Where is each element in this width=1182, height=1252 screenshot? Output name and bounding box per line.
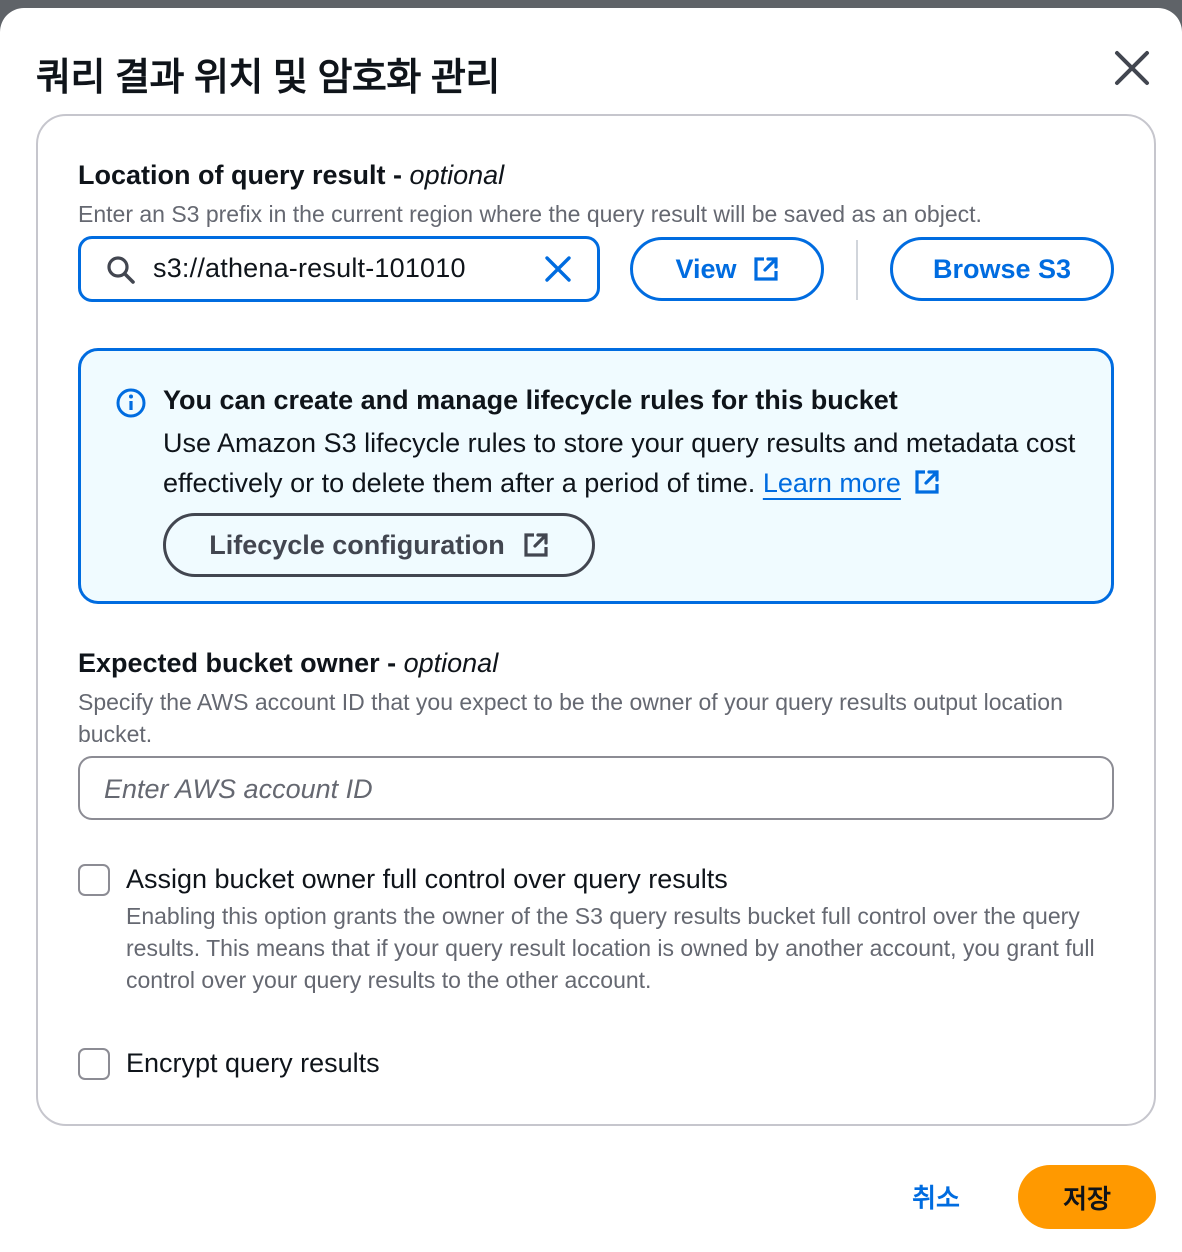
lifecycle-configuration-label: Lifecycle configuration: [209, 529, 505, 560]
view-button-label: View: [675, 253, 737, 284]
close-icon: [1115, 51, 1149, 85]
modal-title: 쿼리 결과 위치 및 암호화 관리: [36, 57, 500, 99]
view-button[interactable]: View: [630, 237, 824, 301]
divider: [856, 240, 858, 300]
external-link-icon: [524, 533, 548, 557]
learn-more-link[interactable]: Learn more: [763, 468, 901, 498]
clear-icon[interactable]: [543, 254, 573, 284]
lifecycle-configuration-button[interactable]: Lifecycle configuration: [163, 513, 595, 577]
owner-description: Specify the AWS account ID that you expe…: [78, 689, 1063, 747]
account-id-input[interactable]: [104, 770, 1084, 808]
account-id-field[interactable]: [78, 756, 1114, 820]
info-title: You can create and manage lifecycle rule…: [163, 385, 898, 415]
search-icon: [107, 256, 135, 284]
full-control-checkbox[interactable]: [78, 864, 110, 896]
external-link-icon[interactable]: [914, 469, 940, 495]
info-body: Use Amazon S3 lifecycle rules to store y…: [163, 423, 1093, 503]
location-optional: optional: [409, 160, 505, 190]
settings-panel: Location of query result - optional Ente…: [36, 114, 1156, 1126]
external-link-icon: [753, 257, 778, 281]
browse-s3-button[interactable]: Browse S3: [890, 237, 1114, 301]
info-icon: [116, 388, 146, 418]
full-control-label[interactable]: Assign bucket owner full control over qu…: [126, 864, 728, 895]
cancel-button[interactable]: 취소: [888, 1168, 984, 1224]
full-control-description: Enabling this option grants the owner of…: [126, 903, 1095, 993]
lifecycle-info-alert: You can create and manage lifecycle rule…: [78, 348, 1114, 604]
location-search-input[interactable]: s3://athena-result-101010: [78, 236, 600, 302]
encrypt-label[interactable]: Encrypt query results: [126, 1048, 380, 1079]
encrypt-checkbox[interactable]: [78, 1048, 110, 1080]
owner-optional: optional: [403, 648, 499, 678]
close-button[interactable]: [1106, 42, 1158, 94]
location-input-value[interactable]: s3://athena-result-101010: [153, 253, 466, 284]
location-description: Enter an S3 prefix in the current region…: [78, 201, 982, 227]
location-label: Location of query result - optional: [78, 160, 505, 190]
save-button[interactable]: 저장: [1018, 1165, 1156, 1229]
owner-label: Expected bucket owner - optional: [78, 648, 499, 678]
browse-s3-label: Browse S3: [932, 253, 1072, 284]
